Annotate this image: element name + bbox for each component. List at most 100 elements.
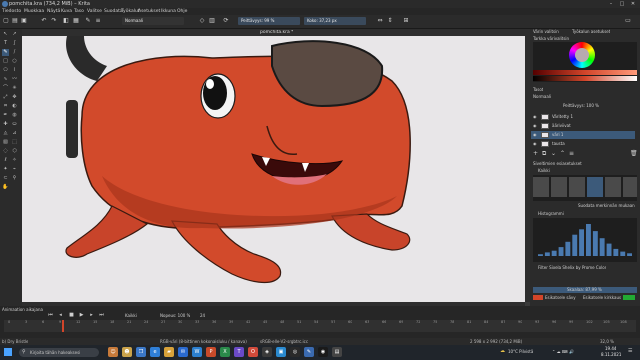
brush-preset[interactable] (569, 177, 585, 197)
save-icon[interactable]: ▣ (20, 17, 28, 25)
file-explorer-icon[interactable]: ▰ (164, 347, 174, 357)
playhead[interactable] (62, 320, 64, 332)
app-icon[interactable]: ▤ (332, 347, 342, 357)
first-frame-icon[interactable]: ⏮ (47, 312, 54, 319)
measure-tool-icon[interactable]: ⊿ (11, 130, 18, 137)
new-document-icon[interactable]: ▢ (2, 17, 10, 25)
menu-view[interactable]: Näytä (47, 9, 60, 14)
opacity-slider[interactable]: Peittävyys: 99 % (238, 17, 300, 25)
brush-preset-selected[interactable] (587, 177, 603, 197)
layer-blend-mode[interactable]: Normaali (533, 94, 551, 99)
layer-properties-icon[interactable]: ≡ (569, 150, 574, 157)
powerpoint-icon[interactable]: P (206, 347, 216, 357)
edit-shapes-tool-icon[interactable]: ↗ (11, 31, 18, 38)
ellipse-tool-icon[interactable]: ○ (11, 58, 18, 65)
tool-options-tab[interactable]: Työkalun asetukset (572, 29, 610, 34)
frame-mode[interactable]: Kaikki (125, 313, 137, 318)
contiguous-select-tool-icon[interactable]: ✧ (11, 157, 18, 164)
eye-icon[interactable]: ◉ (533, 113, 539, 121)
last-frame-icon[interactable]: ⏭ (98, 312, 105, 319)
close-button[interactable]: ✕ (628, 0, 638, 8)
calligraphy-tool-icon[interactable]: ∫ (11, 40, 18, 47)
menu-layer[interactable]: Taso (74, 9, 84, 14)
rect-select-tool-icon[interactable]: ⬚ (11, 139, 18, 146)
layer-row[interactable]: ◉ tausta (531, 140, 635, 148)
notification-icon[interactable]: ☰ (628, 348, 632, 354)
color-gradient-bar[interactable] (533, 70, 637, 75)
menu-file[interactable]: Tiedosto (2, 9, 21, 14)
eraser-mode-icon[interactable]: ◇ (198, 17, 206, 25)
blend-mode-select[interactable]: Normaali (122, 17, 184, 25)
start-icon[interactable] (4, 348, 12, 356)
excel-icon[interactable]: X (220, 347, 230, 357)
color-shade-bar[interactable] (533, 76, 637, 81)
freehand-brush-tool-icon[interactable]: ✎ (2, 49, 9, 56)
layer-row[interactable]: ◉ ääriviivat (531, 122, 635, 130)
office-icon[interactable]: O (248, 347, 258, 357)
chrome-icon[interactable]: ◎ (290, 347, 300, 357)
tray-icons[interactable]: ⌃ ☁ ⌨ 🔊 (552, 349, 574, 354)
bg-color-swatch[interactable] (623, 295, 635, 300)
pan-tool-icon[interactable]: ✋ (2, 184, 9, 191)
layer-name[interactable]: Väritetty 1 (552, 113, 573, 121)
status-zoom[interactable]: 32,0 % (600, 339, 614, 344)
menu-select[interactable]: Valitse (87, 9, 102, 14)
eye-icon[interactable]: ◉ (533, 122, 539, 130)
edge-icon[interactable]: e (150, 347, 160, 357)
text-tool-icon[interactable]: T (2, 40, 9, 47)
multibrush-tool-icon[interactable]: ✳ (11, 85, 18, 92)
menu-settings[interactable]: Asetukset (138, 9, 160, 14)
smart-patch-tool-icon[interactable]: ✚ (2, 121, 9, 128)
reload-preset-icon[interactable]: ⟳ (222, 17, 230, 25)
polyline-tool-icon[interactable]: ⌇ (11, 67, 18, 74)
open-icon[interactable]: ▤ (11, 17, 19, 25)
mirror-vertical-icon[interactable]: ⇕ (386, 17, 394, 25)
fill-tool-icon[interactable]: ⛀ (11, 121, 18, 128)
minimize-button[interactable]: – (606, 0, 616, 8)
maximize-button[interactable]: □ (617, 0, 627, 8)
freehand-select-tool-icon[interactable]: ℓ (2, 157, 9, 164)
prev-frame-icon[interactable]: ◂ (57, 312, 64, 319)
next-frame-icon[interactable]: ▸ (88, 312, 95, 319)
colorize-mask-tool-icon[interactable]: ◍ (11, 112, 18, 119)
dynamic-brush-tool-icon[interactable]: ⌒ (2, 85, 9, 92)
mirror-horizontal-icon[interactable]: ⇔ (376, 17, 384, 25)
eye-icon[interactable]: ◉ (533, 140, 539, 148)
polygon-tool-icon[interactable]: ⬠ (2, 67, 9, 74)
brush-preset[interactable] (623, 177, 637, 197)
rectangle-tool-icon[interactable]: □ (2, 58, 9, 65)
bezier-tool-icon[interactable]: ∿ (2, 76, 9, 83)
gradient-icon[interactable]: ◧ (62, 17, 70, 25)
workspace-icon[interactable]: ▭ (624, 17, 632, 25)
undo-icon[interactable]: ↶ (40, 17, 48, 25)
photos-icon[interactable]: ▣ (276, 347, 286, 357)
size-slider[interactable]: Koko: 37,23 px (304, 17, 366, 25)
brush-preset-grid[interactable] (533, 175, 637, 201)
timeline-ruler[interactable] (4, 320, 636, 332)
add-layer-icon[interactable]: + (533, 150, 538, 157)
menu-filter[interactable]: Suodata (104, 9, 123, 14)
menu-window[interactable]: Ikkuna (161, 9, 176, 14)
redo-icon[interactable]: ↷ (50, 17, 58, 25)
mail-icon[interactable]: ✉ (178, 347, 188, 357)
brush-settings-icon[interactable]: ✎ (84, 17, 92, 25)
ellipse-select-tool-icon[interactable]: ◌ (2, 148, 9, 155)
zoom-tool-icon[interactable]: ⚲ (11, 175, 18, 182)
bezier-select-tool-icon[interactable]: ⌁ (11, 166, 18, 173)
weather-text[interactable]: 10°C Pilvistä (508, 349, 533, 354)
color-wheel-area[interactable] (533, 42, 637, 82)
transform-tool-icon[interactable]: ⤢ (2, 94, 9, 101)
menu-help[interactable]: Ohje (177, 9, 187, 14)
layer-row-selected[interactable]: ◉ väri 1 (531, 131, 635, 139)
layer-row[interactable]: ◉ Väritetty 1 (531, 113, 635, 121)
similar-select-tool-icon[interactable]: ✦ (2, 166, 9, 173)
taskbar-app-icon[interactable]: ☻ (122, 347, 132, 357)
clock-time[interactable]: 19.44 (605, 346, 616, 351)
document-tab[interactable]: pomchita.kra * (260, 30, 293, 35)
menu-edit[interactable]: Muokkaa (24, 9, 44, 14)
zoom-slider[interactable]: Skaalaa: 87,99 % (533, 287, 637, 293)
move-up-icon[interactable]: ⌃ (560, 150, 565, 157)
layer-name[interactable]: tausta (552, 140, 565, 148)
layer-name[interactable]: väri 1 (552, 131, 563, 139)
select-shapes-tool-icon[interactable]: ↖ (2, 31, 9, 38)
